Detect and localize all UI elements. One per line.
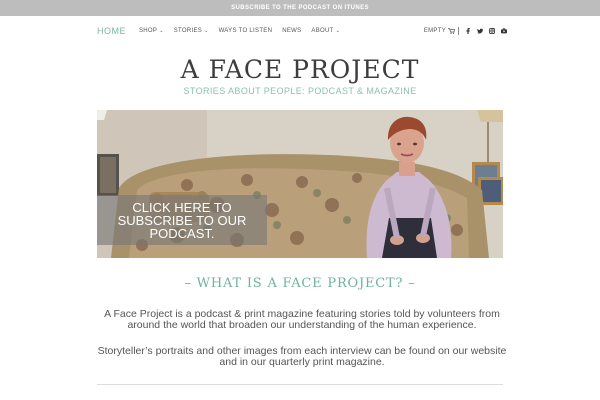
nav-item-label: ABOUT — [311, 28, 334, 34]
chevron-down-icon: ⌄ — [159, 28, 164, 34]
nav-right-group: EMPTY — [424, 27, 507, 35]
cart-icon — [448, 28, 455, 34]
nav-item-shop[interactable]: SHOP ⌄ — [139, 28, 164, 34]
itunes-subscribe-link[interactable]: SUBSCRIBE TO THE PODCAST ON ITUNES — [231, 5, 369, 11]
cart-button[interactable]: EMPTY — [424, 28, 455, 34]
subscribe-podcast-button[interactable]: CLICK HERE TO SUBSCRIBE TO OUR PODCAST. — [97, 195, 267, 245]
portraits-paragraph: Storyteller’s portraits and other images… — [97, 345, 507, 368]
section-heading: – WHAT IS A FACE PROJECT? – — [184, 276, 416, 291]
nav-item-label: SHOP — [139, 28, 158, 34]
cart-label: EMPTY — [423, 28, 446, 34]
chevron-down-icon: ⌄ — [204, 28, 209, 34]
top-announcement-bar: SUBSCRIBE TO THE PODCAST ON ITUNES — [0, 0, 600, 16]
twitter-icon[interactable] — [477, 28, 483, 34]
nav-item-label: WAYS TO LISTEN — [218, 28, 273, 34]
chevron-down-icon: ⌄ — [335, 28, 341, 34]
facebook-icon[interactable] — [465, 28, 471, 34]
nav-item-news[interactable]: NEWS — [282, 28, 301, 34]
section-divider — [97, 384, 503, 385]
nav-item-label: NEWS — [282, 28, 302, 34]
site-title[interactable]: A FACE PROJECT — [0, 55, 600, 84]
nav-item-about[interactable]: ABOUT ⌄ — [311, 28, 340, 34]
nav-divider — [458, 27, 459, 35]
intro-paragraph: A Face Project is a podcast & print maga… — [104, 308, 500, 331]
instagram-icon[interactable] — [489, 28, 495, 34]
site-tagline: STORIES ABOUT PEOPLE: PODCAST & MAGAZINE — [183, 86, 417, 96]
nav-item-label: STORIES — [173, 28, 203, 34]
cta-label: CLICK HERE TO SUBSCRIBE TO OUR PODCAST. — [117, 199, 247, 241]
social-links — [465, 28, 507, 34]
main-navigation: HOME SHOP ⌄ STORIES ⌄ WAYS TO LISTEN NEW… — [97, 22, 507, 40]
nav-item-home[interactable]: HOME — [97, 26, 126, 36]
nav-item-ways-to-listen[interactable]: WAYS TO LISTEN — [219, 28, 273, 34]
youtube-icon[interactable] — [501, 28, 507, 34]
nav-item-stories[interactable]: STORIES ⌄ — [174, 28, 209, 34]
